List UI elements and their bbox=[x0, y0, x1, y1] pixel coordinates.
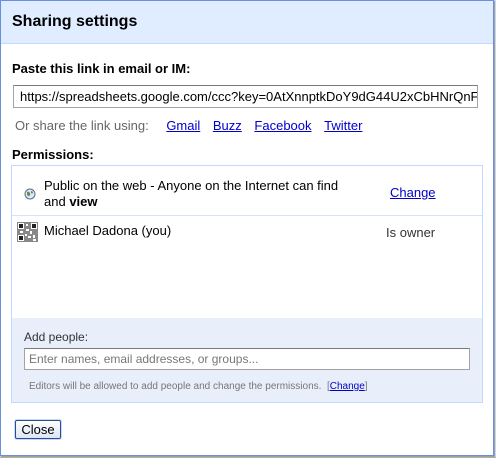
add-people-input[interactable]: Enter names, email addresses, or groups.… bbox=[24, 348, 470, 370]
owner-name: Michael Dadona (you) bbox=[44, 223, 172, 238]
editors-note-bracket-close: ] bbox=[364, 381, 368, 392]
owner-role: Is owner bbox=[386, 225, 436, 240]
share-twitter-link[interactable]: Twitter bbox=[324, 118, 362, 133]
permissions-list: Public on the web - Anyone on the Intern… bbox=[11, 165, 483, 403]
share-buzz-link[interactable]: Buzz bbox=[213, 118, 242, 133]
globe-icon bbox=[24, 188, 36, 200]
editors-change-link[interactable]: Change bbox=[330, 381, 365, 392]
share-via-label: Or share the link using: bbox=[15, 118, 149, 133]
share-gmail-link[interactable]: Gmail bbox=[166, 118, 200, 133]
editors-note-text: Editors will be allowed to add people an… bbox=[29, 381, 322, 392]
permission-row-public: Public on the web - Anyone on the Intern… bbox=[12, 166, 482, 216]
avatar-qr-icon bbox=[17, 222, 38, 242]
public-permission-text: Public on the web - Anyone on the Intern… bbox=[44, 178, 354, 210]
public-permission-level: view bbox=[69, 194, 98, 209]
add-people-panel: Add people: Enter names, email addresses… bbox=[12, 318, 482, 402]
sharing-dialog: Sharing settings Paste this link in emai… bbox=[0, 0, 494, 456]
dialog-titlebar[interactable]: Sharing settings bbox=[1, 1, 493, 44]
share-link-field[interactable]: https://spreadsheets.google.com/ccc?key=… bbox=[13, 85, 478, 108]
permission-row-owner: Michael Dadona (you) Is owner bbox=[12, 216, 482, 246]
dialog-title: Sharing settings bbox=[12, 13, 138, 30]
close-button[interactable]: Close bbox=[15, 420, 61, 439]
background-page-strip bbox=[0, 457, 496, 465]
change-visibility-link[interactable]: Change bbox=[390, 185, 436, 200]
editors-note: Editors will be allowed to add people an… bbox=[29, 381, 368, 392]
paste-link-label: Paste this link in email or IM: bbox=[12, 61, 191, 76]
add-people-label: Add people: bbox=[24, 330, 89, 344]
permissions-label: Permissions: bbox=[12, 147, 94, 162]
share-via-row: Or share the link using: Gmail Buzz Face… bbox=[15, 118, 362, 133]
share-facebook-link[interactable]: Facebook bbox=[254, 118, 311, 133]
